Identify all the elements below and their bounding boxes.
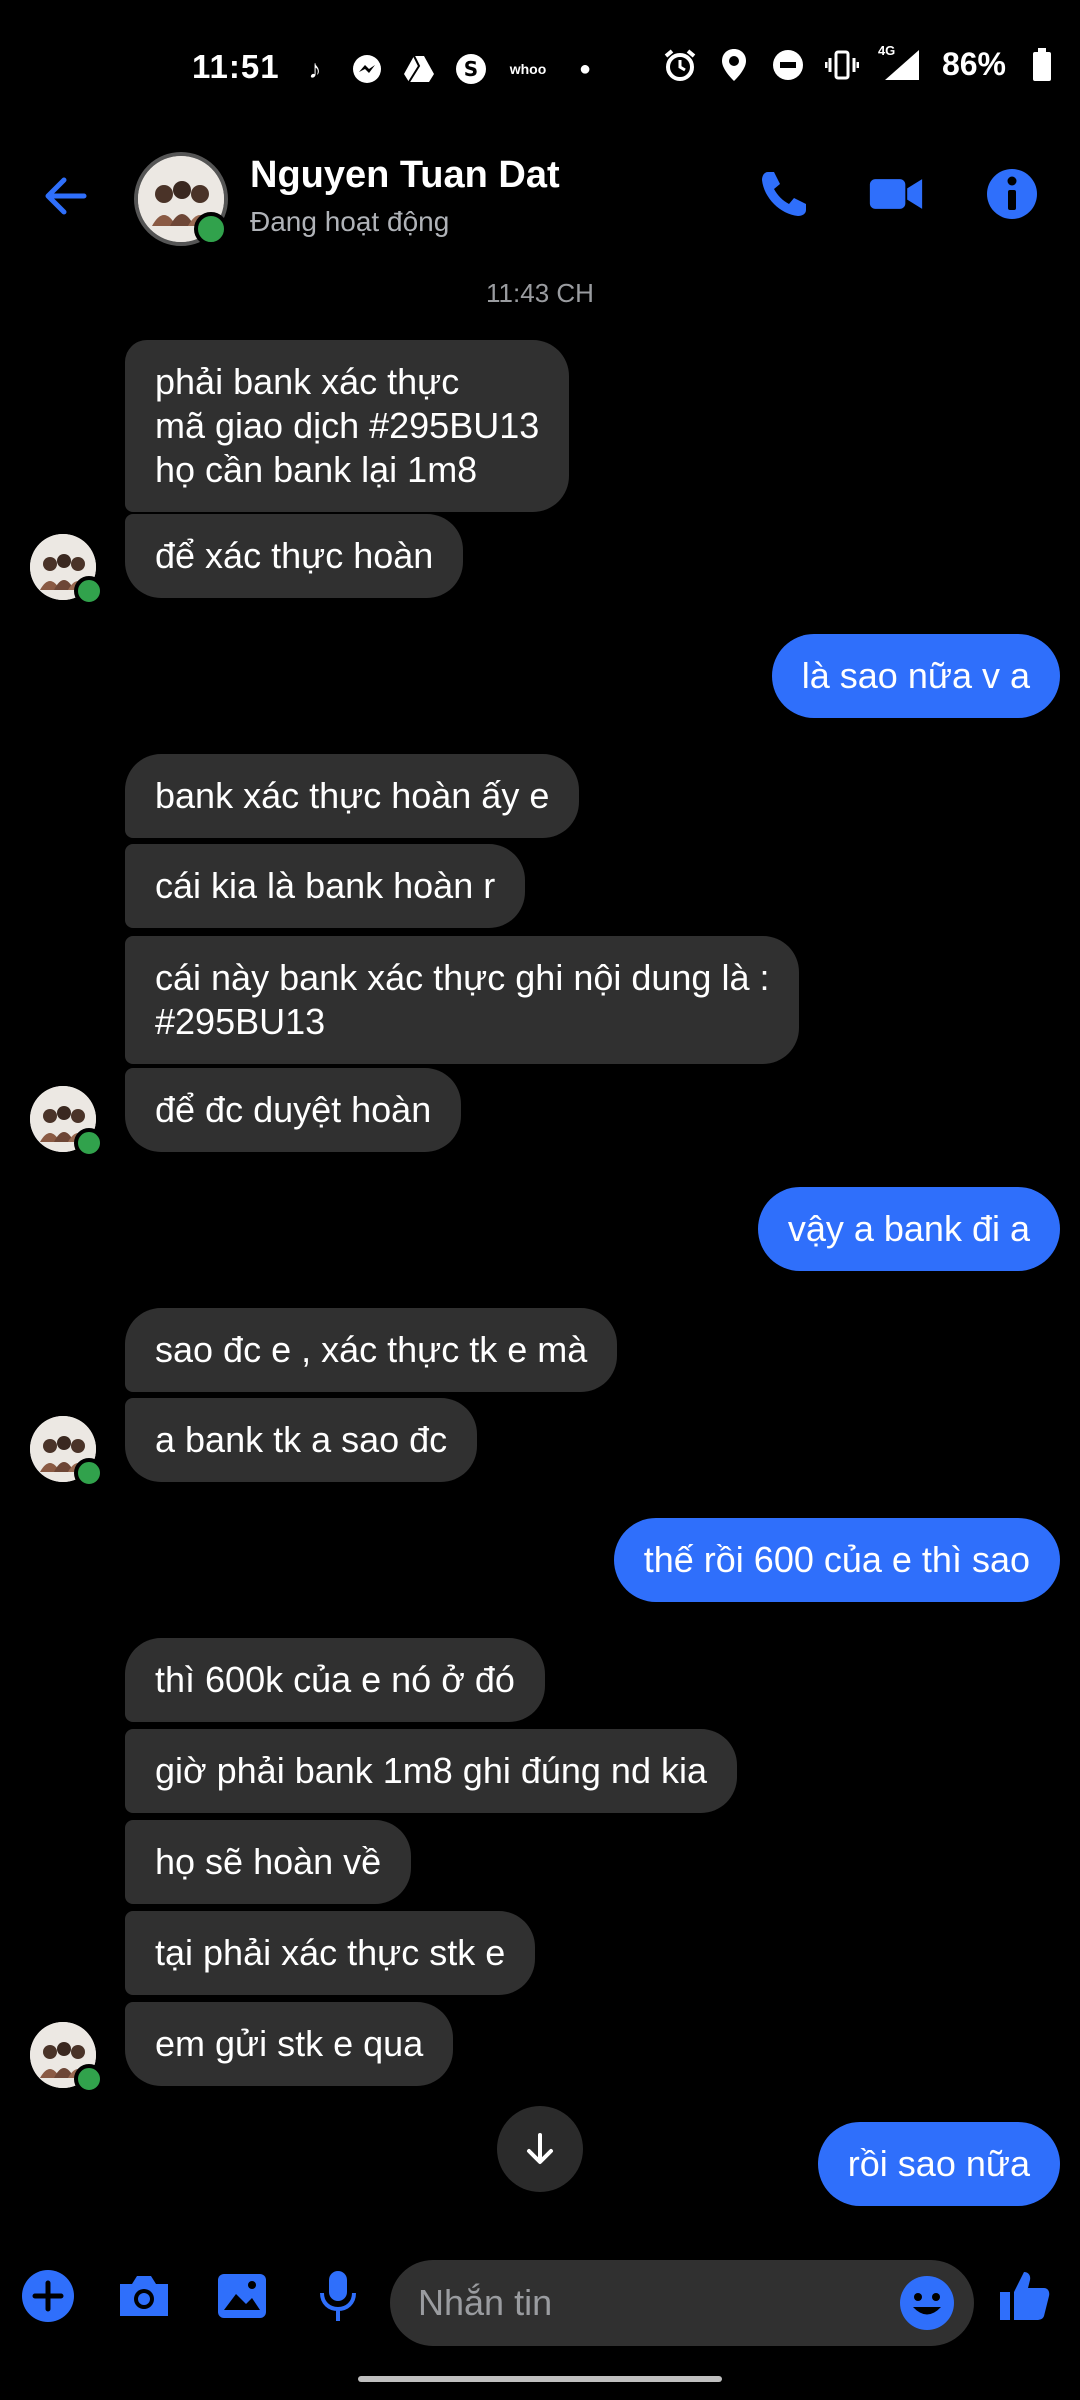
video-call-icon[interactable] [868,166,924,222]
incoming-message[interactable]: họ sẽ hoàn về [125,1820,412,1904]
online-status-dot [74,2064,104,2094]
battery-percent: 86% [941,46,1006,82]
scroll-to-bottom-button[interactable] [497,2106,583,2192]
info-icon[interactable] [984,166,1040,222]
outgoing-message[interactable]: là sao nữa v a [771,634,1060,718]
signal-4g-icon: 4G [878,43,924,83]
incoming-message[interactable]: cái kia là bank hoàn r [125,844,526,928]
plus-icon[interactable] [16,2264,80,2328]
status-time: 11:51 [192,48,280,85]
message-input[interactable]: Nhắn tin [390,2260,974,2346]
message-timestamp: 11:43 CH [486,278,594,308]
incoming-message[interactable]: để đc duyệt hoàn [125,1068,462,1152]
incoming-message[interactable]: thì 600k của e nó ở đó [125,1638,545,1722]
incoming-message[interactable]: sao đc e , xác thực tk e mà [125,1308,618,1392]
contact-name[interactable]: Nguyen Tuan Dat [250,154,560,197]
do-not-disturb-icon [770,47,806,83]
drive-icon [400,50,438,88]
online-status-dot [74,576,104,606]
arrow-down-icon [527,2133,553,2164]
phone-call-icon[interactable] [756,166,812,222]
svg-text:S: S [464,57,478,81]
home-indicator[interactable] [358,2376,722,2382]
outgoing-message[interactable]: thế rồi 600 của e thì sao [613,1518,1060,1602]
incoming-message[interactable]: a bank tk a sao đc [125,1398,478,1482]
gallery-icon[interactable] [210,2264,274,2328]
thumbs-up-icon[interactable] [992,2264,1056,2328]
incoming-message[interactable]: phải bank xác thực mã giao dịch #295BU13… [125,340,570,512]
camera-icon[interactable] [112,2264,176,2328]
incoming-message[interactable]: bank xác thực hoàn ấy e [125,754,580,838]
incoming-message[interactable]: giờ phải bank 1m8 ghi đúng nd kia [125,1729,737,1813]
outgoing-message[interactable]: vậy a bank đi a [757,1187,1060,1271]
incoming-message[interactable]: tại phải xác thực stk e [125,1911,536,1995]
location-icon [716,47,752,83]
message-composer: Nhắn tin [0,2240,1080,2370]
incoming-message[interactable]: em gửi stk e qua [125,2002,454,2086]
back-arrow-icon[interactable] [38,168,94,224]
online-status-dot [74,1458,104,1488]
battery-icon [1024,47,1060,83]
more-notifications-dot-icon: ● [578,57,592,80]
online-status-dot [74,1128,104,1158]
alarm-icon [662,47,698,83]
whoo-icon: whoo [509,61,547,77]
status-app-icons: ♪ S whoo ● [296,50,604,88]
presence-status: Đang hoạt động [250,206,450,237]
conversation-header: Nguyen Tuan Dat Đang hoạt động [0,140,1080,250]
shazam-icon: S [452,50,490,88]
online-status-dot [194,212,228,246]
emoji-icon[interactable] [898,2274,956,2332]
vibrate-icon [824,47,860,83]
network-type: 4G [877,42,896,58]
message-input-placeholder: Nhắn tin [418,2282,553,2323]
tiktok-icon: ♪ [308,53,322,84]
status-bar: 11:51 ♪ S whoo ● 4G 86% [0,0,1080,140]
messenger-icon [348,50,386,88]
incoming-message[interactable]: cái này bank xác thực ghi nội dung là : … [125,936,800,1064]
incoming-message[interactable]: để xác thực hoàn [125,514,464,598]
microphone-icon[interactable] [306,2264,370,2328]
outgoing-message[interactable]: rồi sao nữa [817,2122,1060,2206]
